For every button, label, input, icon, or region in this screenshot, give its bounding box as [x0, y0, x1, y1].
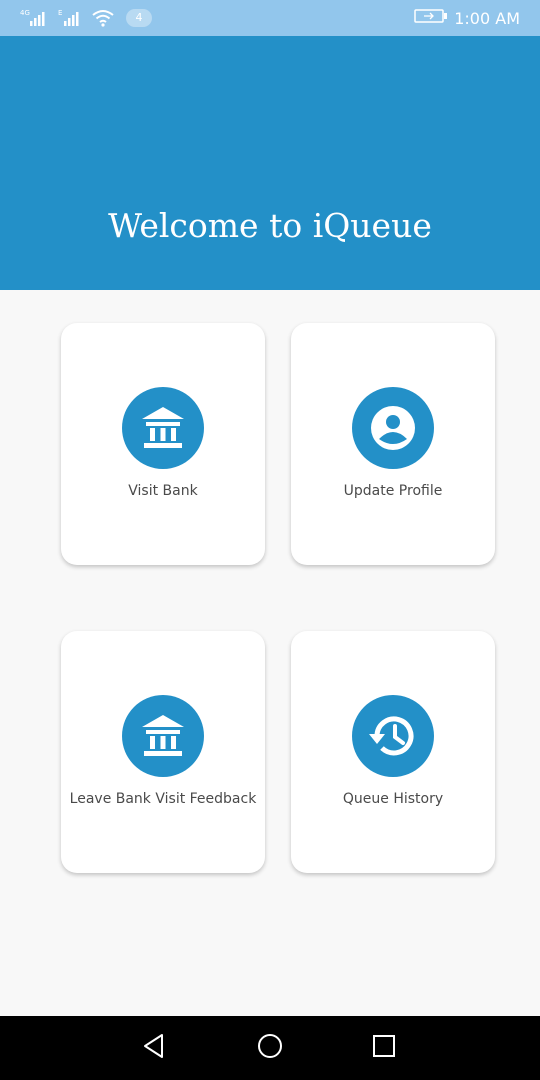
status-right: 1:00 AM	[414, 6, 520, 30]
app-header: Welcome to iQueue	[0, 36, 540, 290]
navigation-bar	[0, 1016, 540, 1080]
battery-icon	[414, 8, 448, 28]
status-time: 1:00 AM	[454, 8, 520, 28]
recents-button[interactable]	[368, 1032, 400, 1064]
queue-history-card[interactable]: Queue History	[291, 631, 495, 873]
home-icon	[256, 1032, 284, 1064]
signal-2-label: E	[58, 9, 62, 17]
signal-icon: 4G	[20, 8, 50, 28]
back-button[interactable]	[138, 1032, 170, 1064]
history-icon	[352, 695, 434, 777]
visit-bank-label: Visit Bank	[128, 483, 198, 499]
back-icon	[141, 1033, 167, 1063]
status-left: 4G E 4	[20, 6, 152, 30]
bank-icon	[122, 387, 204, 469]
queue-history-label: Queue History	[342, 791, 444, 807]
signal-icon: E	[58, 8, 84, 28]
bank-icon	[122, 695, 204, 777]
leave-feedback-label: Leave Bank Visit Feedback	[69, 791, 257, 807]
visit-bank-card[interactable]: Visit Bank	[61, 323, 265, 565]
recents-icon	[372, 1034, 396, 1062]
page-title: Welcome to iQueue	[108, 206, 432, 245]
status-bar: 4G E 4 1:00 AM	[0, 0, 540, 36]
home-button[interactable]	[254, 1032, 286, 1064]
signal-1-label: 4G	[20, 9, 30, 17]
notification-count-badge: 4	[126, 9, 152, 27]
update-profile-card[interactable]: Update Profile	[291, 323, 495, 565]
update-profile-label: Update Profile	[343, 483, 443, 499]
leave-feedback-card[interactable]: Leave Bank Visit Feedback	[61, 631, 265, 873]
profile-icon	[352, 387, 434, 469]
wifi-icon	[92, 9, 114, 27]
